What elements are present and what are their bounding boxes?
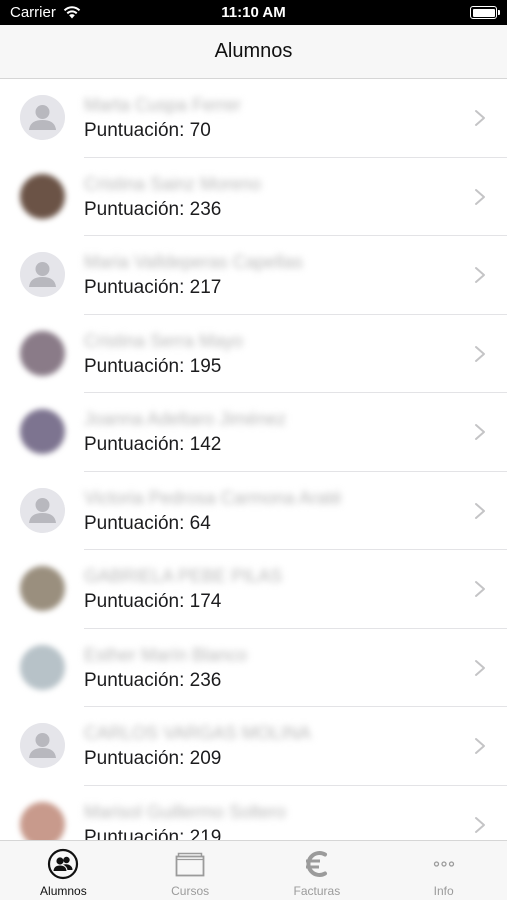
student-name: Marisol Guillermo Soltero [84,801,287,822]
student-name: CARLOS VARGAS MOLINA [84,723,311,743]
student-name: Cristina Sainz Moreno [84,173,262,194]
student-row[interactable]: Esther Marín Blanco Puntuación: 236 [0,629,507,708]
student-photo-avatar [20,330,65,376]
student-score: Puntuación: 219 [84,826,222,841]
student-name: Marta Cuspa Ferrer [84,95,242,115]
student-photo-avatar [20,409,65,454]
chevron-right-icon [475,581,485,597]
student-score: Puntuación: 236 [84,669,222,691]
student-name: GABRIELA PEBE PILAS [84,566,283,586]
chevron-right-icon [475,659,485,676]
student-name: Maria Valldeperas Capellas [84,252,303,272]
tab-label-cursos: Cursos [171,884,210,898]
chevron-right-icon [475,816,485,833]
more-icon [433,861,454,867]
clock: 11:10 AM [221,4,286,21]
student-row[interactable]: Maria Valldeperas Capellas Puntuación: 21… [0,236,507,315]
student-row[interactable]: Marisol Guillermo Soltero Puntuación: 219 [0,786,507,841]
student-photo-avatar [20,801,65,840]
courses-icon [175,852,205,877]
student-photo-avatar [20,173,65,219]
placeholder-avatar-icon [20,95,65,140]
chevron-right-icon [475,188,485,205]
chevron-right-icon [475,738,485,754]
students-list[interactable]: Marta Cuspa Ferrer Puntuación: 70 Cristina… [0,79,507,840]
student-row[interactable]: Joanna Adeltaro Jiménez Puntuación: 142 [0,393,507,472]
battery-icon [470,6,500,19]
users-icon [48,848,79,880]
chevron-right-icon [475,502,485,519]
student-name: Esther Marín Blanco [84,644,248,665]
placeholder-avatar-icon [20,252,65,297]
student-row[interactable]: CARLOS VARGAS MOLINA Puntuación: 209 [0,707,507,786]
tab-label-facturas: Facturas [293,884,341,898]
tab-info[interactable]: Info [380,841,507,900]
tab-bar: Alumnos Cursos Facturas Info [0,840,507,900]
student-score: Puntuación: 209 [84,748,222,769]
tab-label-info: Info [433,884,454,898]
student-score: Puntuación: 142 [84,434,222,455]
chevron-right-icon [475,424,485,440]
student-score: Puntuación: 195 [84,355,222,377]
navigation-bar: Alumnos [0,25,507,79]
status-bar: Carrier 11:10 AM [0,0,507,25]
tab-alumnos[interactable]: Alumnos [0,841,127,900]
student-score: Puntuación: 236 [84,198,222,220]
page-title: Alumnos [214,40,293,62]
student-name: Cristina Serra Mayo [84,330,244,351]
tab-cursos[interactable]: Cursos [127,841,254,900]
placeholder-avatar-icon [20,487,65,533]
student-score: Puntuación: 174 [84,591,222,612]
tab-label-alumnos: Alumnos [40,884,87,898]
student-score: Puntuación: 217 [84,277,222,298]
student-name: Victoria Pedrosa Carmona Araté [84,487,342,508]
chevron-right-icon [475,345,485,362]
student-row[interactable]: Cristina Sainz Moreno Puntuación: 236 [0,158,507,237]
student-photo-avatar [20,644,65,690]
student-name: Joanna Adeltaro Jiménez [84,409,287,429]
student-score: Puntuación: 64 [84,512,211,534]
student-score: Puntuación: 70 [84,120,211,141]
placeholder-avatar-icon [20,723,65,768]
tab-facturas[interactable]: Facturas [254,841,381,900]
student-row[interactable]: Marta Cuspa Ferrer Puntuación: 70 [0,79,507,158]
student-row[interactable]: Cristina Serra Mayo Puntuación: 195 [0,315,507,394]
chevron-right-icon [475,267,485,283]
euro-icon [305,851,327,877]
student-row[interactable]: Victoria Pedrosa Carmona Araté Puntuación… [0,472,507,551]
chevron-right-icon [475,110,485,126]
student-row[interactable]: GABRIELA PEBE PILAS Puntuación: 174 [0,550,507,629]
student-photo-avatar [20,566,65,611]
